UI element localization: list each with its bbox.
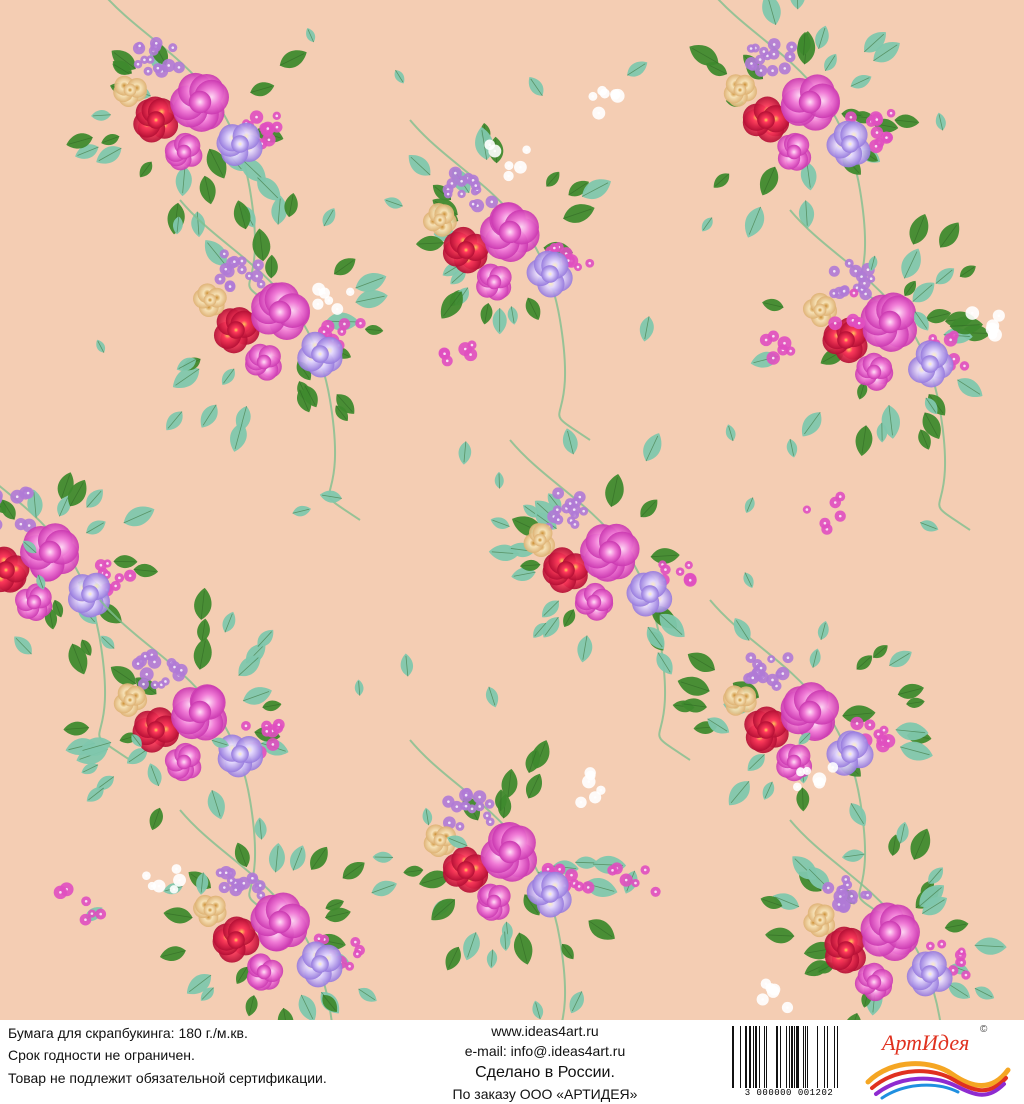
artideya-logo-icon (865, 1061, 1011, 1100)
order-company-text: По заказу ООО «АРТИДЕЯ» (452, 1086, 638, 1102)
certification-text: Товар не подлежит обязательной сертифика… (8, 1070, 327, 1086)
artideya-logo: АртИдея © (862, 1024, 1012, 1100)
website-link[interactable]: www.ideas4art.ru (440, 1022, 650, 1040)
made-in-russia-text: Сделано в России. (475, 1064, 615, 1081)
shelf-life-text: Срок годности не ограничен. (8, 1047, 195, 1063)
paper-weight-text: Бумага для скрапбукинга: 180 г./м.кв. (8, 1025, 248, 1041)
floral-pattern (0, 0, 1024, 1020)
barcode: 3 000000 001202 (730, 1026, 848, 1100)
copyright-mark: © (980, 1024, 988, 1035)
floral-scrapbook-paper (0, 0, 1024, 1020)
email-link[interactable]: e-mail: info@.ideas4art.ru (440, 1042, 650, 1060)
barcode-number: 3 000000 001202 (744, 1088, 834, 1098)
barcode-icon (732, 1026, 838, 1088)
